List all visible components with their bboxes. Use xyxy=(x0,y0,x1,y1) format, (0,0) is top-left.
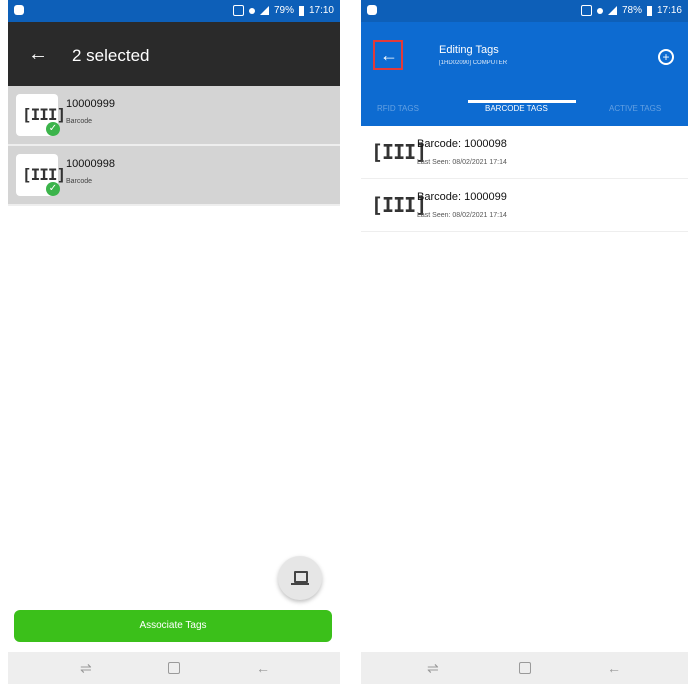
left-phone-screen: 79% 17:10 ← 2 selected [III] ✓ 10000999 … xyxy=(8,0,340,684)
laptop-icon xyxy=(294,571,308,583)
status-icons: 79% 17:10 xyxy=(232,5,334,16)
laptop-fab-button[interactable] xyxy=(278,556,322,600)
system-nav-bar: ⇌ ← xyxy=(8,652,340,684)
list-item[interactable]: [III] ✓ 10000998 Barcode xyxy=(8,146,340,206)
home-icon[interactable] xyxy=(168,662,180,674)
location-icon xyxy=(248,7,255,14)
signal-icon xyxy=(607,6,617,15)
arrow-left-icon: ← xyxy=(380,45,398,65)
item-type: Barcode xyxy=(66,118,93,125)
laptop-base xyxy=(291,583,309,585)
notification-icon xyxy=(367,5,377,15)
back-button[interactable]: ← xyxy=(373,40,403,70)
tag-last-seen: Last Seen: 08/02/2021 17:14 xyxy=(417,212,507,219)
item-thumbnail: [III] ✓ xyxy=(16,94,66,136)
tab-active-tags[interactable]: ACTIVE TAGS xyxy=(609,104,661,113)
associate-tags-button[interactable]: Associate Tags xyxy=(14,610,332,642)
right-phone-screen: 78% 17:16 ← Editing Tags [1HD02090] COMP… xyxy=(361,0,688,684)
list-item[interactable]: [III] Barcode: 1000099 Last Seen: 08/02/… xyxy=(361,179,688,232)
battery-icon xyxy=(646,5,652,16)
nfc-icon xyxy=(232,5,244,16)
list-item[interactable]: [III] ✓ 10000999 Barcode xyxy=(8,86,340,146)
page-subtitle: [1HD02090] COMPUTER xyxy=(439,60,508,66)
recents-icon[interactable]: ⇌ xyxy=(80,660,92,677)
page-title: Editing Tags xyxy=(439,44,499,56)
battery-icon xyxy=(298,5,304,16)
tab-barcode-tags[interactable]: BARCODE TAGS xyxy=(485,104,548,113)
status-bar: 79% 17:10 xyxy=(8,0,340,22)
barcode-icon: [III] xyxy=(22,165,66,184)
page-title: 2 selected xyxy=(72,46,150,65)
recents-icon[interactable]: ⇌ xyxy=(427,660,439,677)
arrow-left-icon[interactable]: ← xyxy=(28,44,48,64)
contextual-app-bar: ← 2 selected xyxy=(8,22,340,86)
notification-icon xyxy=(14,5,24,15)
tab-rfid-tags[interactable]: RFID TAGS xyxy=(377,104,419,113)
clock: 17:10 xyxy=(308,5,334,16)
battery-percent: 79% xyxy=(273,5,294,16)
check-icon: ✓ xyxy=(46,122,60,136)
clock: 17:16 xyxy=(656,5,682,16)
item-number: 10000999 xyxy=(66,98,115,110)
plus-circle-icon[interactable]: + xyxy=(658,49,674,65)
back-icon[interactable]: ← xyxy=(256,660,270,676)
tag-name: Barcode: 1000099 xyxy=(417,191,507,203)
system-nav-bar: ⇌ ← xyxy=(361,652,688,684)
barcode-icon: [III] xyxy=(22,105,66,124)
home-icon[interactable] xyxy=(519,662,531,674)
status-icons: 78% 17:16 xyxy=(580,5,682,16)
item-number: 10000998 xyxy=(66,158,115,170)
tag-list: [III] Barcode: 1000098 Last Seen: 08/02/… xyxy=(361,126,688,232)
selected-list: [III] ✓ 10000999 Barcode [III] ✓ 1000099… xyxy=(8,86,340,206)
back-icon[interactable]: ← xyxy=(607,660,621,676)
battery-percent: 78% xyxy=(621,5,642,16)
list-item[interactable]: [III] Barcode: 1000098 Last Seen: 08/02/… xyxy=(361,126,688,179)
active-tab-indicator xyxy=(468,100,576,103)
item-type: Barcode xyxy=(66,178,93,185)
app-bar: ← Editing Tags [1HD02090] COMPUTER + RFI… xyxy=(361,22,688,126)
signal-icon xyxy=(259,6,269,15)
nfc-icon xyxy=(580,5,592,16)
status-bar: 78% 17:16 xyxy=(361,0,688,22)
item-thumbnail: [III] ✓ xyxy=(16,154,66,196)
check-icon: ✓ xyxy=(46,182,60,196)
tag-name: Barcode: 1000098 xyxy=(417,138,507,150)
location-icon xyxy=(596,7,603,14)
tag-last-seen: Last Seen: 08/02/2021 17:14 xyxy=(417,159,507,166)
